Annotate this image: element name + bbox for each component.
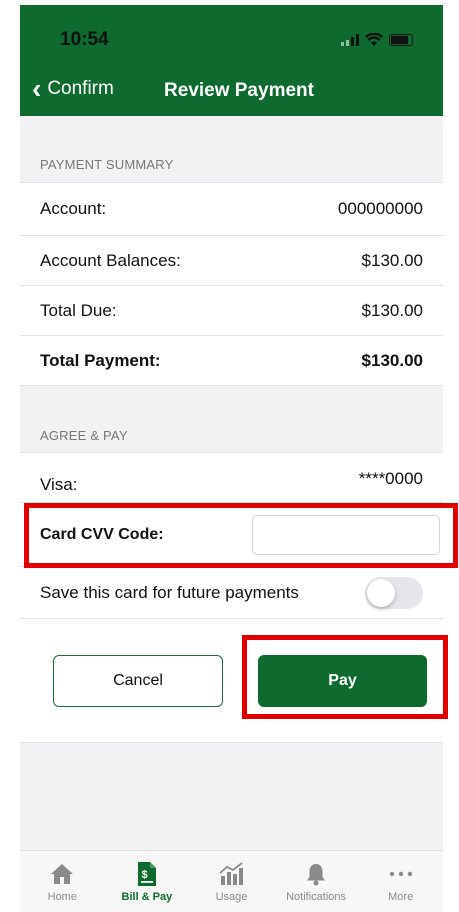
app-header: 10:54 ‹ Confirm Review Payment xyxy=(20,5,443,116)
svg-text:$: $ xyxy=(141,869,147,881)
chevron-left-icon: ‹ xyxy=(32,73,42,104)
row-value: $130.00 xyxy=(361,250,423,270)
card-label: Visa: xyxy=(40,475,78,494)
cvv-label: Card CVV Code: xyxy=(40,525,164,543)
row-total-payment: Total Payment: $130.00 xyxy=(20,336,443,386)
card-number: ****0000 xyxy=(358,469,423,488)
tab-label: More xyxy=(388,891,414,903)
section-label-payment-summary: PAYMENT SUMMARY xyxy=(40,157,174,172)
toggle-knob xyxy=(367,578,395,607)
cvv-input[interactable] xyxy=(252,515,440,555)
row-label: Account: xyxy=(40,199,107,218)
tab-bar: Home $ Bill & Pay Usage Notifications Mo… xyxy=(20,850,443,912)
tab-label: Notifications xyxy=(286,891,347,903)
row-value: $130.00 xyxy=(361,350,423,370)
tab-label: Home xyxy=(47,891,77,903)
save-card-toggle[interactable] xyxy=(365,576,423,609)
pay-button[interactable]: Pay xyxy=(258,655,427,707)
row-value: $130.00 xyxy=(361,300,423,320)
row-account-balances: Account Balances: $130.00 xyxy=(20,236,443,286)
page-title: Review Payment xyxy=(164,80,314,101)
tab-label: Usage xyxy=(215,891,248,903)
tab-more[interactable]: More xyxy=(358,851,443,912)
row-value: 000000000 xyxy=(337,199,423,218)
tab-home[interactable]: Home xyxy=(20,851,105,912)
home-icon xyxy=(51,864,74,884)
usage-chart-icon xyxy=(219,862,244,885)
back-label: Confirm xyxy=(47,78,114,99)
row-label: Account Balances: xyxy=(40,250,181,270)
row-label: Total Payment: xyxy=(40,350,161,370)
status-icons xyxy=(341,33,413,47)
more-icon xyxy=(389,871,412,877)
cancel-button[interactable]: Cancel xyxy=(53,655,223,707)
tab-bill-pay[interactable]: $ Bill & Pay xyxy=(105,851,190,912)
section-label-agree-pay: AGREE & PAY xyxy=(40,428,128,443)
tab-notifications[interactable]: Notifications xyxy=(274,851,359,912)
back-button[interactable]: ‹ Confirm xyxy=(32,73,114,104)
bell-icon xyxy=(307,864,326,886)
bill-icon: $ xyxy=(137,862,156,886)
row-label: Total Due: xyxy=(40,300,117,320)
tab-label: Bill & Pay xyxy=(121,891,173,903)
tab-usage[interactable]: Usage xyxy=(189,851,274,912)
row-save-card: Save this card for future payments xyxy=(20,567,443,619)
wifi-icon xyxy=(365,33,383,46)
action-buttons: Cancel Pay xyxy=(20,619,443,743)
save-card-label: Save this card for future payments xyxy=(40,582,299,602)
row-account: Account: 000000000 xyxy=(20,182,443,236)
app-screen: 10:54 ‹ Confirm Review Payment PAYMENT S… xyxy=(20,5,443,912)
battery-icon xyxy=(389,34,413,46)
row-total-due: Total Due: $130.00 xyxy=(20,286,443,336)
row-card: Visa: ****0000 xyxy=(20,452,443,503)
status-time: 10:54 xyxy=(60,29,109,50)
signal-icon xyxy=(341,34,359,46)
